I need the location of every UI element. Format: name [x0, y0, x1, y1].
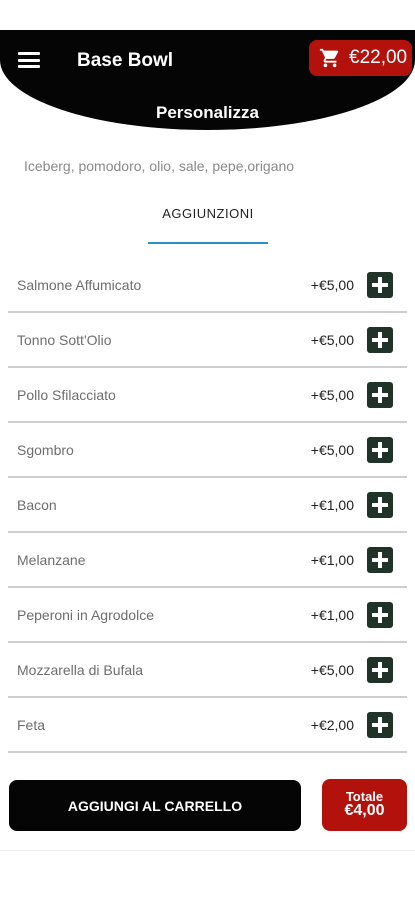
- tab-underline: [148, 242, 268, 244]
- app-header: Base Bowl €22,00 Personalizza: [0, 30, 415, 130]
- tab-label: AGGIUNZIONI: [162, 206, 254, 221]
- plus-icon: [372, 661, 388, 678]
- item-price: +€5,00: [310, 276, 354, 293]
- shopping-cart-icon: [319, 48, 339, 68]
- app-title: Base Bowl: [77, 50, 174, 71]
- add-button[interactable]: [367, 711, 393, 738]
- total-box: Totale €4,00: [322, 779, 407, 831]
- add-button[interactable]: [367, 271, 393, 298]
- plus-icon: [372, 331, 388, 348]
- list-item: Peperoni in Agrodolce +€1,00: [8, 588, 407, 643]
- item-name: Peperoni in Agrodolce: [17, 606, 154, 623]
- item-price: +€5,00: [310, 331, 354, 348]
- total-label: Totale: [345, 788, 384, 804]
- list-item: Mozzarella di Bufala +€5,00: [8, 643, 407, 698]
- item-name: Feta: [17, 716, 46, 733]
- ingredients-text: Iceberg, pomodoro, olio, sale, pepe,orig…: [24, 158, 295, 174]
- item-name: Tonno Sott'Olio: [17, 331, 112, 348]
- additions-list: Salmone Affumicato +€5,00 Tonno Sott'Oli…: [8, 258, 407, 753]
- menu-icon[interactable]: [18, 50, 42, 70]
- add-button[interactable]: [367, 381, 393, 408]
- page-title: Personalizza: [156, 103, 259, 122]
- list-item: Feta +€2,00: [8, 698, 407, 753]
- plus-icon: [372, 386, 388, 403]
- plus-icon: [372, 276, 388, 293]
- item-price: +€1,00: [310, 496, 354, 513]
- total-value: €4,00: [344, 802, 385, 820]
- add-button[interactable]: [367, 546, 393, 573]
- bottom-area: [0, 850, 415, 900]
- plus-icon: [372, 496, 388, 513]
- add-to-cart-button[interactable]: AGGIUNGI AL CARRELLO: [9, 780, 301, 831]
- item-name: Bacon: [17, 496, 57, 513]
- item-price: +€5,00: [310, 386, 354, 403]
- add-button[interactable]: [367, 436, 393, 463]
- plus-icon: [372, 606, 388, 623]
- plus-icon: [372, 441, 388, 458]
- item-name: Salmone Affumicato: [17, 276, 142, 293]
- add-button[interactable]: [367, 656, 393, 683]
- item-price: +€5,00: [310, 441, 354, 458]
- status-bar: [0, 0, 415, 30]
- list-item: Bacon +€1,00: [8, 478, 407, 533]
- item-name: Mozzarella di Bufala: [17, 661, 144, 678]
- item-price: +€1,00: [310, 551, 354, 568]
- item-price: +€5,00: [310, 661, 354, 678]
- item-name: Sgombro: [17, 441, 74, 458]
- list-item: Sgombro +€5,00: [8, 423, 407, 478]
- cart-total: €22,00: [349, 47, 408, 68]
- item-name: Pollo Sfilacciato: [17, 386, 116, 403]
- cart-button[interactable]: €22,00: [309, 40, 412, 76]
- plus-icon: [372, 716, 388, 733]
- item-name: Melanzane: [17, 551, 86, 568]
- add-button[interactable]: [367, 326, 393, 353]
- plus-icon: [372, 551, 388, 568]
- list-item: Salmone Affumicato +€5,00: [8, 258, 407, 313]
- list-item: Melanzane +€1,00: [8, 533, 407, 588]
- list-item: Pollo Sfilacciato +€5,00: [8, 368, 407, 423]
- tab-aggiunzioni[interactable]: AGGIUNZIONI: [148, 204, 268, 244]
- item-price: +€1,00: [310, 606, 354, 623]
- add-button[interactable]: [367, 491, 393, 518]
- add-button[interactable]: [367, 601, 393, 628]
- item-price: +€2,00: [310, 716, 354, 733]
- list-item: Tonno Sott'Olio +€5,00: [8, 313, 407, 368]
